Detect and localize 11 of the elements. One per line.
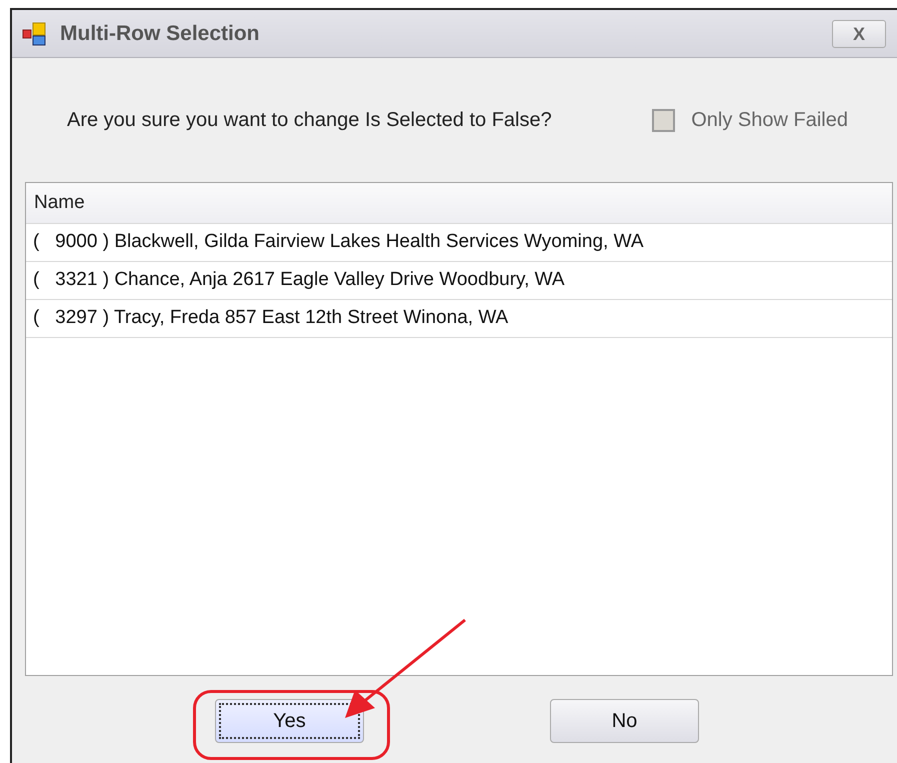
table-row[interactable]: ( 3297 ) Tracy, Freda 857 East 12th Street Winona, WA (26, 300, 892, 338)
checkbox-label: Only Show Failed (691, 108, 848, 133)
dialog-button[interactable]: No (550, 699, 699, 743)
window-title: Multi-Row Selection (60, 20, 260, 47)
prompt-text: Are you sure you want to change Is Selected to False? (67, 108, 552, 133)
table-row[interactable]: ( 3321 ) Chance, Anja 2617 Eagle Valley Drive Woodbury, WA (26, 262, 892, 300)
dialog-button[interactable]: Yes (215, 699, 364, 743)
column-header[interactable]: Name (26, 183, 93, 223)
app-icon (22, 22, 48, 46)
table-row[interactable]: ( 9000 ) Blackwell, Gilda Fairview Lakes Health Services Wyoming, WA (26, 224, 892, 262)
close-button[interactable]: X (832, 20, 886, 48)
